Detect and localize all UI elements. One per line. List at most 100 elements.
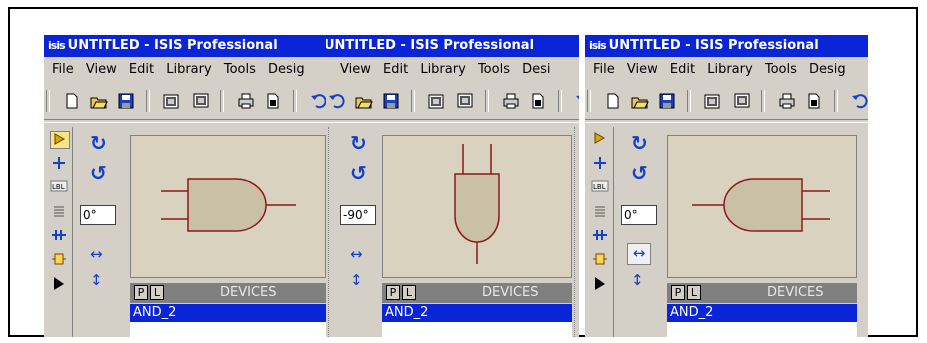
open-folder-icon[interactable] (90, 92, 108, 110)
component-mode-icon[interactable] (50, 131, 70, 149)
toolbar-divider (44, 119, 329, 123)
device-list-item-selected[interactable]: AND_2 (382, 304, 572, 322)
mirror-horizontal-icon[interactable]: ↔ (627, 243, 651, 265)
bus-icon[interactable] (50, 227, 68, 243)
export-icon[interactable] (732, 92, 750, 110)
component-mode-icon[interactable] (591, 131, 609, 147)
export-icon[interactable] (191, 92, 209, 110)
mirror-horizontal-icon[interactable]: ↔ (90, 245, 103, 263)
device-list-item-selected[interactable]: AND_2 (130, 304, 326, 322)
page-setup-icon[interactable] (529, 92, 547, 110)
title-bar: UNTITLED - ISIS Professional (326, 35, 579, 57)
toolbar (44, 87, 329, 115)
window-title: UNTITLED - ISIS Professional (326, 38, 535, 53)
rotate-anticlockwise-icon[interactable]: ↺ (90, 163, 107, 183)
rotate-clockwise-icon[interactable]: ↻ (90, 133, 107, 153)
mode-toolbar: LBL (585, 127, 614, 337)
subcircuit-icon[interactable] (50, 251, 68, 267)
rotation-angle-field[interactable]: 0° (621, 205, 657, 225)
menu-tools[interactable]: Tools (224, 62, 256, 77)
import-icon[interactable] (704, 92, 722, 110)
rotation-toolbar: ↻ ↺ 0° ↔ ↕ (621, 127, 661, 337)
menu-tools[interactable]: Tools (765, 62, 797, 77)
print-icon[interactable] (502, 92, 520, 110)
menu-bar: File View Edit Library Tools Desig (585, 59, 868, 81)
subcircuit-icon[interactable] (591, 251, 609, 267)
toolbar-separator (587, 90, 591, 112)
toolbar-separator (557, 90, 562, 112)
menu-edit[interactable]: Edit (129, 62, 154, 77)
open-folder-icon[interactable] (355, 92, 373, 110)
rotate-clockwise-icon[interactable]: ↻ (631, 133, 648, 153)
menu-view[interactable]: View (86, 62, 117, 77)
undo-icon[interactable] (851, 92, 868, 110)
save-icon[interactable] (117, 92, 135, 110)
vertical-scrollbar[interactable] (328, 127, 339, 337)
rotation-toolbar: ↻ ↺ -90° ↔ ↕ (340, 127, 380, 337)
toolbar-separator (219, 90, 224, 112)
page-setup-icon[interactable] (264, 92, 282, 110)
export-icon[interactable] (455, 92, 473, 110)
isis-logo-icon: isis (48, 39, 66, 52)
library-manager-button[interactable]: L (150, 285, 164, 300)
rotate-anticlockwise-icon[interactable]: ↺ (631, 163, 648, 183)
menu-design[interactable]: Desig (268, 62, 305, 77)
rotation-angle-field[interactable]: 0° (80, 205, 116, 225)
new-file-icon[interactable] (604, 92, 622, 110)
import-icon[interactable] (428, 92, 446, 110)
menu-file[interactable]: File (593, 62, 615, 77)
label-icon[interactable]: LBL (591, 179, 609, 195)
rotation-angle-field[interactable]: -90° (340, 205, 376, 225)
open-folder-icon[interactable] (631, 92, 649, 110)
devices-label: DEVICES (220, 285, 277, 300)
isis-window-3: isis UNTITLED - ISIS Professional File Vi… (585, 35, 868, 337)
menu-edit[interactable]: Edit (670, 62, 695, 77)
menu-design[interactable]: Desig (809, 62, 846, 77)
library-manager-button[interactable]: L (402, 285, 416, 300)
save-icon[interactable] (658, 92, 676, 110)
terminal-icon[interactable] (50, 275, 68, 291)
pick-device-button[interactable]: P (386, 285, 400, 300)
toolbar (585, 87, 868, 115)
library-manager-button[interactable]: L (687, 285, 701, 300)
terminal-icon[interactable] (591, 275, 609, 291)
text-script-icon[interactable] (50, 203, 68, 219)
menu-view[interactable]: View (627, 62, 658, 77)
menu-design[interactable]: Desi (522, 62, 550, 77)
toolbar (326, 87, 579, 115)
bus-icon[interactable] (591, 227, 609, 243)
devices-label: DEVICES (482, 285, 539, 300)
menu-edit[interactable]: Edit (383, 62, 408, 77)
label-icon[interactable]: LBL (50, 179, 68, 195)
vertical-scrollbar[interactable] (574, 127, 579, 337)
print-icon[interactable] (237, 92, 255, 110)
page-setup-icon[interactable] (805, 92, 823, 110)
print-icon[interactable] (778, 92, 796, 110)
menu-view[interactable]: View (340, 62, 371, 77)
new-file-icon[interactable] (63, 92, 81, 110)
undo-icon[interactable] (328, 92, 346, 110)
mirror-vertical-icon[interactable]: ↕ (350, 271, 363, 289)
junction-icon[interactable] (50, 155, 68, 171)
mirror-horizontal-icon[interactable]: ↔ (350, 245, 363, 263)
menu-library[interactable]: Library (707, 62, 752, 77)
undo-icon[interactable] (575, 92, 579, 110)
menu-library[interactable]: Library (166, 62, 211, 77)
title-bar: isis UNTITLED - ISIS Professional (585, 35, 868, 57)
rotate-anticlockwise-icon[interactable]: ↺ (350, 163, 367, 183)
mirror-vertical-icon[interactable]: ↕ (90, 271, 103, 289)
junction-icon[interactable] (591, 155, 609, 171)
pick-device-button[interactable]: P (134, 285, 148, 300)
text-script-icon[interactable] (591, 203, 609, 219)
toolbar-divider (585, 119, 868, 123)
menu-file[interactable]: File (52, 62, 74, 77)
save-icon[interactable] (382, 92, 400, 110)
pick-device-button[interactable]: P (671, 285, 685, 300)
import-icon[interactable] (163, 92, 181, 110)
menu-tools[interactable]: Tools (478, 62, 510, 77)
window-title: UNTITLED - ISIS Professional (608, 38, 819, 53)
menu-library[interactable]: Library (420, 62, 465, 77)
mirror-vertical-icon[interactable]: ↕ (631, 271, 644, 289)
device-list-item-selected[interactable]: AND_2 (667, 304, 857, 322)
rotate-clockwise-icon[interactable]: ↻ (350, 133, 367, 153)
